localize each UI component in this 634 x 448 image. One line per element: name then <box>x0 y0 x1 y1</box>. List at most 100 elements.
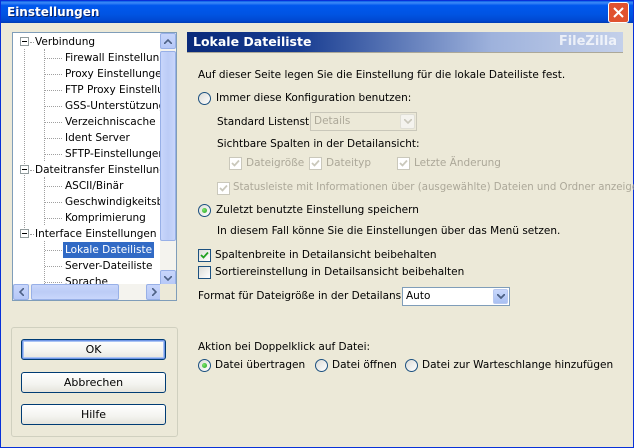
scroll-left-button[interactable] <box>13 284 29 300</box>
tree-item[interactable]: Verbindung <box>35 34 95 50</box>
dialog-buttons-group: OK Abbrechen Hilfe <box>11 327 178 437</box>
tree-item[interactable]: Interface Einstellungen <box>35 226 157 242</box>
tree-item[interactable]: Komprimierung <box>65 210 146 226</box>
scroll-thumb[interactable] <box>31 284 119 300</box>
tree-guide-line <box>45 106 62 107</box>
keep-sort-label: Sortiereinstellung in Detailsansicht bei… <box>215 266 465 278</box>
keep-column-width-label: Spaltenbreite in Detailansicht beibehalt… <box>215 249 437 261</box>
visible-columns-label: Sichtbare Spalten in der Detailansicht: <box>217 138 420 150</box>
panel-title: Lokale Dateiliste <box>193 34 312 49</box>
tree-guide-line <box>45 74 62 75</box>
dbl-queue-label: Datei zur Warteschlange hinzufügen <box>422 359 614 371</box>
arrow-right-icon <box>151 288 157 296</box>
radio-dbl-transfer[interactable] <box>198 359 211 372</box>
radio-last-used[interactable] <box>198 204 211 217</box>
dropdown-arrow <box>400 114 415 129</box>
tree-guide-line <box>45 58 62 59</box>
tree-guide-line <box>45 250 62 251</box>
tree-guide-line <box>45 202 62 203</box>
arrow-left-icon <box>18 288 24 296</box>
intro-text: Auf dieser Seite legen Sie die Einstellu… <box>198 69 566 81</box>
radio-always-label: Immer diese Konfiguration benutzen: <box>216 92 412 104</box>
last-used-hint: In diesem Fall könne Sie die Einstellung… <box>217 225 561 237</box>
scrollbar-corner <box>160 284 176 300</box>
ok-button[interactable]: OK <box>21 339 166 360</box>
chevron-down-icon <box>496 294 505 299</box>
tree-guide-line <box>45 282 62 283</box>
tree-collapse-toggle[interactable] <box>20 229 29 238</box>
tree-item[interactable]: Verzeichniscache <box>65 114 156 130</box>
tree-item[interactable]: Proxy Einstellungen <box>65 66 162 82</box>
checkbox-col-modified[interactable] <box>397 157 410 170</box>
col-size-label: Dateigröße <box>246 157 305 169</box>
window-title: Einstellungen <box>7 5 100 19</box>
tree-guide-line <box>44 241 45 286</box>
dblclick-label: Aktion bei Doppelklick auf Datei: <box>198 341 371 353</box>
checkmark-icon <box>219 184 228 192</box>
tree-item[interactable]: SFTP-Einstellungen <box>65 146 162 162</box>
arrow-up-icon <box>164 38 172 44</box>
tree-guide-line <box>44 49 45 161</box>
dbl-open-label: Datei öffnen <box>332 359 397 371</box>
tree-collapse-toggle[interactable] <box>20 37 29 46</box>
tree-guide-line <box>45 154 62 155</box>
scroll-thumb[interactable] <box>160 51 176 241</box>
tree-guide-line <box>45 122 62 123</box>
settings-tree[interactable]: VerbindungFirewall EinstellungenProxy Ei… <box>12 32 177 301</box>
tree-item[interactable]: Geschwindigkeitsbegre <box>65 194 162 210</box>
tree-item[interactable]: Firewall Einstellungen <box>65 50 162 66</box>
header-divider <box>187 52 623 53</box>
checkbox-col-type[interactable] <box>309 157 322 170</box>
checkbox-keep-sort[interactable] <box>198 266 211 279</box>
brand-label: FileZilla <box>558 34 617 49</box>
tree-item[interactable]: FTP Proxy Einstellunge <box>65 82 162 98</box>
radio-dbl-open[interactable] <box>315 359 328 372</box>
checkbox-col-size[interactable] <box>229 157 242 170</box>
checkmark-icon <box>200 251 209 259</box>
tree-guide-line <box>30 234 34 235</box>
tree-item[interactable]: Dateitransfer Einstellunger <box>35 162 162 178</box>
tree-guide-line <box>30 42 34 43</box>
radio-last-used-label: Zuletzt benutzte Einstellung speichern <box>216 204 419 216</box>
radio-always-config[interactable] <box>198 92 211 105</box>
list-style-select[interactable]: Details <box>310 112 417 131</box>
statusbar-label: Statusleiste mit Informationen über (aus… <box>233 182 634 193</box>
chevron-down-icon <box>403 119 412 124</box>
close-icon <box>613 7 624 18</box>
col-modified-label: Letzte Änderung <box>414 157 501 169</box>
checkmark-icon <box>231 159 240 167</box>
tree-horizontal-scrollbar[interactable] <box>13 284 162 300</box>
tree-item[interactable]: Lokale Dateiliste <box>63 242 155 258</box>
size-format-select[interactable]: Auto <box>402 287 510 306</box>
tree-collapse-toggle[interactable] <box>20 165 29 174</box>
tree-guide-line <box>45 138 62 139</box>
checkbox-statusbar[interactable] <box>217 182 230 195</box>
checkbox-keep-column-width[interactable] <box>198 249 211 262</box>
tree-guide-line <box>24 49 25 230</box>
help-button[interactable]: Hilfe <box>21 404 166 425</box>
dropdown-arrow <box>493 289 508 304</box>
tree-guide-line <box>45 90 62 91</box>
tree-item[interactable]: Server-Dateiliste <box>65 258 152 274</box>
tree-guide-line <box>30 170 34 171</box>
cancel-button[interactable]: Abbrechen <box>21 372 166 393</box>
size-format-label: Format für Dateigröße in der Detailansic… <box>198 290 425 302</box>
tree-item[interactable]: GSS-Unterstützung <box>65 98 162 114</box>
tree-vertical-scrollbar[interactable] <box>160 33 176 286</box>
checkmark-icon <box>399 159 408 167</box>
close-button[interactable] <box>608 2 629 23</box>
tree-guide-line <box>45 266 62 267</box>
list-style-label: Standard Listenstil: <box>217 116 319 128</box>
size-format-value: Auto <box>406 290 431 302</box>
tree-guide-line <box>45 186 62 187</box>
settings-tree-items: VerbindungFirewall EinstellungenProxy Ei… <box>13 33 162 286</box>
dbl-transfer-label: Datei übertragen <box>215 359 306 371</box>
tree-item[interactable]: ASCII/Binär <box>65 178 123 194</box>
title-bar[interactable]: Einstellungen <box>1 1 633 23</box>
scroll-up-button[interactable] <box>160 33 176 49</box>
tree-guide-line <box>45 218 62 219</box>
panel-header: Lokale Dateiliste FileZilla <box>187 32 623 52</box>
radio-dbl-queue[interactable] <box>405 359 418 372</box>
tree-item[interactable]: Ident Server <box>65 130 130 146</box>
col-type-label: Dateityp <box>326 157 372 169</box>
